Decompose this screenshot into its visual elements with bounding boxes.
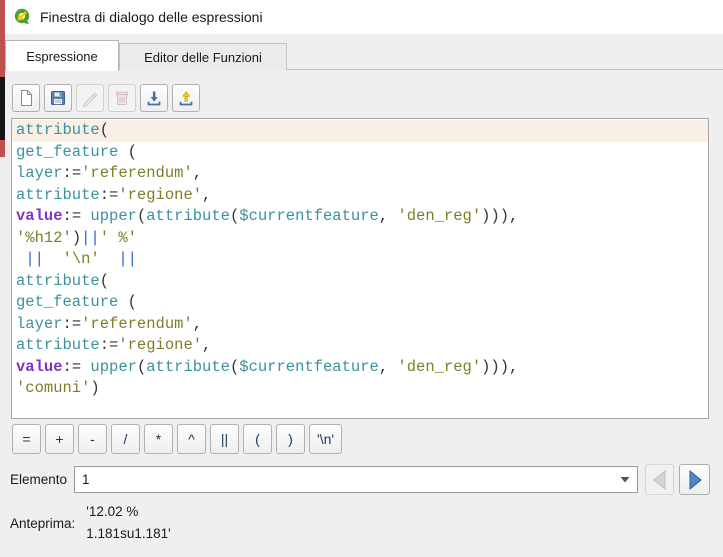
preview-row: Anteprima: '12.02 % 1.181su1.181' (0, 501, 723, 545)
chevron-down-icon[interactable] (613, 476, 637, 483)
import-expressions-button[interactable] (140, 84, 168, 112)
tab-espressione-label: Espressione (26, 49, 98, 64)
chevron-left-icon (649, 468, 671, 492)
previous-feature-button (645, 464, 674, 495)
operator-button[interactable]: = (12, 424, 41, 454)
code-line-8[interactable]: attribute( (12, 271, 708, 293)
operator-button[interactable]: ) (276, 424, 305, 454)
element-label: Elemento (10, 464, 67, 495)
next-feature-button[interactable] (679, 464, 710, 495)
new-file-icon (17, 89, 35, 107)
code-line-3[interactable]: layer:='referendum', (12, 163, 708, 185)
trash-icon (113, 89, 131, 107)
save-expression-button[interactable] (44, 84, 72, 112)
delete-expression-button (108, 84, 136, 112)
tab-espressione[interactable]: Espressione (5, 40, 119, 71)
save-icon (49, 89, 67, 107)
operator-button[interactable]: '\n' (309, 424, 342, 454)
title-bar: Finestra di dialogo delle espressioni (0, 0, 723, 34)
window-title: Finestra di dialogo delle espressioni (40, 9, 263, 25)
code-line-4[interactable]: attribute:='regione', (12, 185, 708, 207)
chevron-right-icon (684, 468, 706, 492)
code-line-10[interactable]: layer:='referendum', (12, 314, 708, 336)
element-row: Elemento 1 (0, 464, 723, 495)
pencil-icon (81, 89, 99, 107)
element-combobox-value: 1 (75, 472, 613, 487)
code-line-2[interactable]: get_feature ( (12, 142, 708, 164)
code-line-7[interactable]: || '\n' || (12, 249, 708, 271)
element-combobox[interactable]: 1 (74, 466, 638, 493)
code-line-6[interactable]: '%h12')||' %' (12, 228, 708, 250)
operator-button[interactable]: - (78, 424, 107, 454)
operator-button[interactable]: || (210, 424, 239, 454)
preview-value-line1: '12.02 % (86, 501, 170, 523)
export-arrow-icon (177, 89, 195, 107)
background-strip-red-top (0, 0, 5, 77)
operator-button[interactable]: * (144, 424, 173, 454)
operator-buttons: =+-/*^||()'\n' (12, 424, 342, 454)
import-arrow-icon (145, 89, 163, 107)
operator-button[interactable]: / (111, 424, 140, 454)
preview-value-line2: 1.181su1.181' (86, 523, 170, 545)
expression-dialog-window: Finestra di dialogo delle espressioni Es… (0, 0, 723, 557)
operator-button[interactable]: + (45, 424, 74, 454)
background-strip-black (0, 77, 5, 140)
code-line-1[interactable]: attribute( (12, 120, 708, 142)
expression-editor[interactable]: attribute(get_feature (layer:='referendu… (11, 118, 709, 419)
code-line-9[interactable]: get_feature ( (12, 292, 708, 314)
code-line-13[interactable]: 'comuni') (12, 378, 708, 400)
export-expressions-button[interactable] (172, 84, 200, 112)
qgis-logo-icon (12, 7, 32, 27)
new-expression-button[interactable] (12, 84, 40, 112)
tab-bar: Espressione Editor delle Funzioni (0, 34, 723, 70)
expression-toolbar (12, 84, 200, 112)
operator-button[interactable]: ^ (177, 424, 206, 454)
code-line-11[interactable]: attribute:='regione', (12, 335, 708, 357)
edit-expression-button (76, 84, 104, 112)
preview-value: '12.02 % 1.181su1.181' (86, 501, 170, 545)
tab-editor-funzioni[interactable]: Editor delle Funzioni (119, 43, 287, 70)
code-line-12[interactable]: value:= upper(attribute($currentfeature,… (12, 357, 708, 379)
tab-editor-funzioni-label: Editor delle Funzioni (144, 50, 262, 65)
background-strip-red-bottom (0, 140, 5, 157)
code-line-5[interactable]: value:= upper(attribute($currentfeature,… (12, 206, 708, 228)
operator-button[interactable]: ( (243, 424, 272, 454)
background-window-strip (0, 0, 5, 157)
preview-label: Anteprima: (10, 516, 75, 531)
